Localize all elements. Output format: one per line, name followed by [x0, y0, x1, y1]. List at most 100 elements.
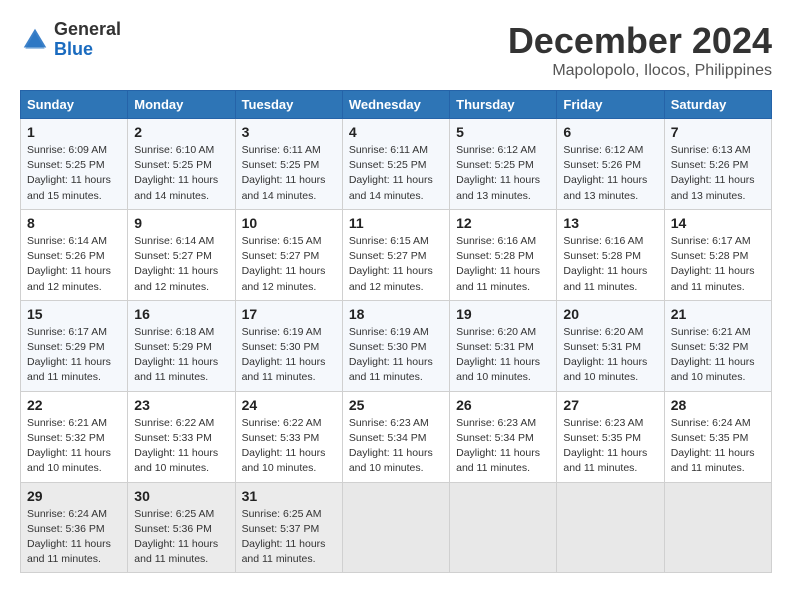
day-info: Sunrise: 6:19 AM Sunset: 5:30 PM Dayligh… — [349, 325, 443, 386]
sunrise-label: Sunrise: 6:11 AM — [242, 144, 321, 156]
sunset-label: Sunset: 5:31 PM — [563, 341, 641, 353]
calendar-cell: 30 Sunrise: 6:25 AM Sunset: 5:36 PM Dayl… — [128, 482, 235, 573]
col-header-monday: Monday — [128, 91, 235, 119]
day-number: 26 — [456, 397, 550, 413]
title-section: December 2024 Mapolopolo, Ilocos, Philip… — [508, 20, 772, 80]
daylight-label: Daylight: 11 hours and 11 minutes. — [27, 356, 111, 383]
calendar-cell: 5 Sunrise: 6:12 AM Sunset: 5:25 PM Dayli… — [450, 119, 557, 210]
sunrise-label: Sunrise: 6:14 AM — [27, 235, 107, 247]
calendar-cell: 3 Sunrise: 6:11 AM Sunset: 5:25 PM Dayli… — [235, 119, 342, 210]
sunset-label: Sunset: 5:35 PM — [671, 432, 749, 444]
daylight-label: Daylight: 11 hours and 11 minutes. — [242, 356, 326, 383]
daylight-label: Daylight: 11 hours and 10 minutes. — [242, 447, 326, 474]
calendar-cell: 11 Sunrise: 6:15 AM Sunset: 5:27 PM Dayl… — [342, 209, 449, 300]
daylight-label: Daylight: 11 hours and 10 minutes. — [134, 447, 218, 474]
logo-blue: Blue — [54, 40, 121, 60]
sunset-label: Sunset: 5:32 PM — [27, 432, 105, 444]
sunset-label: Sunset: 5:32 PM — [671, 341, 749, 353]
sunrise-label: Sunrise: 6:20 AM — [563, 326, 643, 338]
calendar-cell: 17 Sunrise: 6:19 AM Sunset: 5:30 PM Dayl… — [235, 300, 342, 391]
week-row-1: 1 Sunrise: 6:09 AM Sunset: 5:25 PM Dayli… — [21, 119, 772, 210]
sunrise-label: Sunrise: 6:17 AM — [671, 235, 751, 247]
calendar-cell: 12 Sunrise: 6:16 AM Sunset: 5:28 PM Dayl… — [450, 209, 557, 300]
day-info: Sunrise: 6:23 AM Sunset: 5:34 PM Dayligh… — [349, 416, 443, 477]
calendar-cell — [664, 482, 771, 573]
daylight-label: Daylight: 11 hours and 11 minutes. — [456, 265, 540, 292]
day-number: 15 — [27, 306, 121, 322]
calendar-cell: 22 Sunrise: 6:21 AM Sunset: 5:32 PM Dayl… — [21, 391, 128, 482]
sunrise-label: Sunrise: 6:09 AM — [27, 144, 107, 156]
daylight-label: Daylight: 11 hours and 11 minutes. — [456, 447, 540, 474]
day-info: Sunrise: 6:12 AM Sunset: 5:25 PM Dayligh… — [456, 143, 550, 204]
day-number: 5 — [456, 124, 550, 140]
day-number: 8 — [27, 215, 121, 231]
calendar-cell — [557, 482, 664, 573]
sunset-label: Sunset: 5:34 PM — [349, 432, 427, 444]
sunrise-label: Sunrise: 6:17 AM — [27, 326, 107, 338]
day-info: Sunrise: 6:24 AM Sunset: 5:36 PM Dayligh… — [27, 507, 121, 568]
day-number: 7 — [671, 124, 765, 140]
calendar-cell: 29 Sunrise: 6:24 AM Sunset: 5:36 PM Dayl… — [21, 482, 128, 573]
day-info: Sunrise: 6:15 AM Sunset: 5:27 PM Dayligh… — [242, 234, 336, 295]
sunrise-label: Sunrise: 6:19 AM — [242, 326, 322, 338]
daylight-label: Daylight: 11 hours and 11 minutes. — [134, 538, 218, 565]
day-info: Sunrise: 6:10 AM Sunset: 5:25 PM Dayligh… — [134, 143, 228, 204]
day-info: Sunrise: 6:25 AM Sunset: 5:37 PM Dayligh… — [242, 507, 336, 568]
sunrise-label: Sunrise: 6:14 AM — [134, 235, 214, 247]
calendar-cell: 6 Sunrise: 6:12 AM Sunset: 5:26 PM Dayli… — [557, 119, 664, 210]
daylight-label: Daylight: 11 hours and 14 minutes. — [242, 174, 326, 201]
daylight-label: Daylight: 11 hours and 11 minutes. — [134, 356, 218, 383]
col-header-saturday: Saturday — [664, 91, 771, 119]
col-header-thursday: Thursday — [450, 91, 557, 119]
col-header-tuesday: Tuesday — [235, 91, 342, 119]
sunset-label: Sunset: 5:29 PM — [134, 341, 212, 353]
calendar-body: 1 Sunrise: 6:09 AM Sunset: 5:25 PM Dayli… — [21, 119, 772, 573]
day-number: 20 — [563, 306, 657, 322]
day-number: 23 — [134, 397, 228, 413]
day-number: 29 — [27, 488, 121, 504]
day-number: 14 — [671, 215, 765, 231]
week-row-2: 8 Sunrise: 6:14 AM Sunset: 5:26 PM Dayli… — [21, 209, 772, 300]
day-info: Sunrise: 6:20 AM Sunset: 5:31 PM Dayligh… — [563, 325, 657, 386]
calendar-cell: 8 Sunrise: 6:14 AM Sunset: 5:26 PM Dayli… — [21, 209, 128, 300]
day-number: 6 — [563, 124, 657, 140]
logo-general: General — [54, 20, 121, 40]
calendar-cell: 13 Sunrise: 6:16 AM Sunset: 5:28 PM Dayl… — [557, 209, 664, 300]
calendar-cell: 14 Sunrise: 6:17 AM Sunset: 5:28 PM Dayl… — [664, 209, 771, 300]
sunset-label: Sunset: 5:33 PM — [242, 432, 320, 444]
day-number: 10 — [242, 215, 336, 231]
day-number: 12 — [456, 215, 550, 231]
logo-icon — [20, 25, 50, 55]
col-header-sunday: Sunday — [21, 91, 128, 119]
calendar-cell: 15 Sunrise: 6:17 AM Sunset: 5:29 PM Dayl… — [21, 300, 128, 391]
day-number: 13 — [563, 215, 657, 231]
day-info: Sunrise: 6:12 AM Sunset: 5:26 PM Dayligh… — [563, 143, 657, 204]
sunset-label: Sunset: 5:34 PM — [456, 432, 534, 444]
sunset-label: Sunset: 5:25 PM — [456, 159, 534, 171]
col-header-wednesday: Wednesday — [342, 91, 449, 119]
sunset-label: Sunset: 5:31 PM — [456, 341, 534, 353]
day-number: 11 — [349, 215, 443, 231]
calendar-cell: 21 Sunrise: 6:21 AM Sunset: 5:32 PM Dayl… — [664, 300, 771, 391]
daylight-label: Daylight: 11 hours and 12 minutes. — [349, 265, 433, 292]
calendar-cell: 16 Sunrise: 6:18 AM Sunset: 5:29 PM Dayl… — [128, 300, 235, 391]
sunset-label: Sunset: 5:25 PM — [134, 159, 212, 171]
day-info: Sunrise: 6:09 AM Sunset: 5:25 PM Dayligh… — [27, 143, 121, 204]
week-row-3: 15 Sunrise: 6:17 AM Sunset: 5:29 PM Dayl… — [21, 300, 772, 391]
sunrise-label: Sunrise: 6:12 AM — [563, 144, 643, 156]
daylight-label: Daylight: 11 hours and 14 minutes. — [134, 174, 218, 201]
sunrise-label: Sunrise: 6:10 AM — [134, 144, 214, 156]
daylight-label: Daylight: 11 hours and 10 minutes. — [349, 447, 433, 474]
day-number: 3 — [242, 124, 336, 140]
day-number: 28 — [671, 397, 765, 413]
logo: General Blue — [20, 20, 121, 60]
sunset-label: Sunset: 5:25 PM — [27, 159, 105, 171]
calendar-cell: 24 Sunrise: 6:22 AM Sunset: 5:33 PM Dayl… — [235, 391, 342, 482]
calendar-cell: 7 Sunrise: 6:13 AM Sunset: 5:26 PM Dayli… — [664, 119, 771, 210]
sunrise-label: Sunrise: 6:16 AM — [563, 235, 643, 247]
sunset-label: Sunset: 5:37 PM — [242, 523, 320, 535]
daylight-label: Daylight: 11 hours and 11 minutes. — [27, 538, 111, 565]
calendar-cell: 1 Sunrise: 6:09 AM Sunset: 5:25 PM Dayli… — [21, 119, 128, 210]
day-info: Sunrise: 6:11 AM Sunset: 5:25 PM Dayligh… — [242, 143, 336, 204]
daylight-label: Daylight: 11 hours and 11 minutes. — [563, 265, 647, 292]
